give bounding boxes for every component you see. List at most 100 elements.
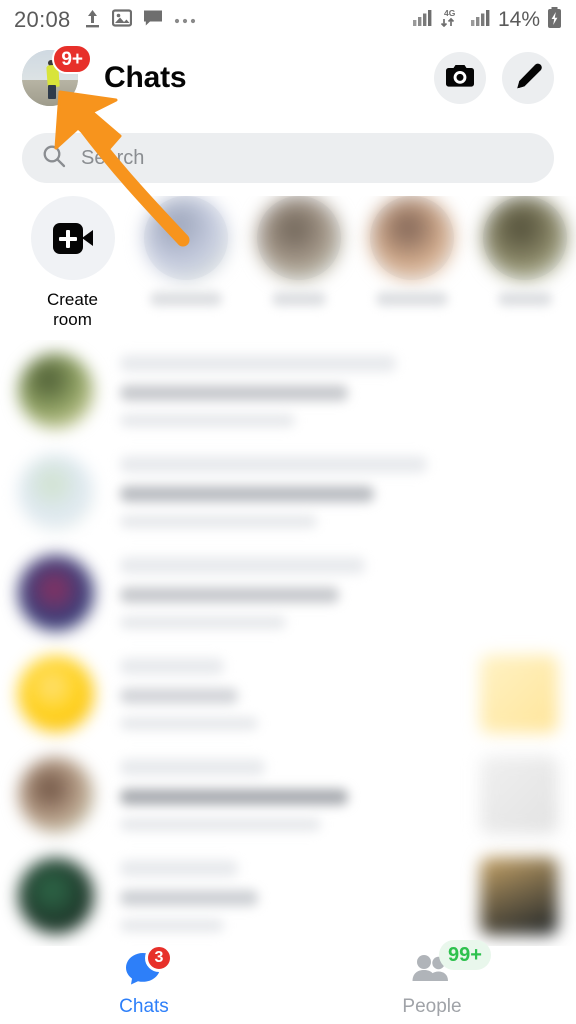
messenger-chats-screen: 20:08 4G 14% 9+ Chats Search Create room… (0, 0, 576, 1024)
people-count-badge: 99+ (439, 940, 491, 970)
story-item[interactable] (129, 196, 242, 306)
chat-row[interactable] (0, 542, 576, 643)
chat-text-block (120, 556, 558, 629)
video-lens (81, 229, 93, 246)
plus-vertical (65, 229, 70, 248)
story-avatar[interactable] (369, 196, 454, 280)
story-avatar-image (256, 196, 341, 280)
chat-name-blurred (120, 455, 427, 473)
chat-meta-blurred (120, 817, 321, 831)
nav-tab-chats-label: Chats (119, 996, 169, 1017)
people-icon-wrap: 99+ (409, 940, 491, 988)
signal-bars-icon (470, 9, 491, 31)
header-actions (434, 52, 554, 104)
bottom-navigation-bar: 3 Chats 99+ People (0, 940, 576, 1024)
story-item[interactable] (355, 196, 468, 306)
story-avatar[interactable] (482, 196, 567, 280)
more-icon (174, 11, 196, 29)
chat-preview-blurred (120, 889, 259, 906)
chat-row[interactable] (0, 744, 576, 845)
status-bar-time: 20:08 (14, 7, 71, 32)
chats-unread-badge: 3 (145, 944, 173, 972)
story-name-blurred (271, 292, 326, 306)
chat-avatar[interactable] (18, 554, 94, 631)
camera-button[interactable] (434, 52, 486, 104)
chat-meta-blurred (120, 918, 224, 932)
story-avatar-image (482, 196, 567, 280)
search-input-placeholder[interactable]: Search (81, 147, 144, 170)
chat-name-blurred (120, 657, 224, 675)
signal-bars-icon (412, 9, 433, 31)
chat-preview-blurred (120, 586, 339, 603)
battery-percent-label: 14% (497, 8, 540, 31)
chat-name-blurred (120, 354, 396, 372)
chat-text-block (120, 758, 466, 831)
story-item[interactable] (242, 196, 355, 306)
chat-row[interactable] (0, 845, 576, 946)
message-icon (143, 9, 163, 32)
chat-preview-blurred (120, 485, 375, 502)
chat-name-blurred (120, 859, 238, 877)
active-now-story-row[interactable]: Create room (0, 196, 576, 338)
create-room-circle[interactable] (30, 196, 115, 280)
chat-row[interactable] (0, 643, 576, 744)
chat-attachment-thumbnail[interactable] (480, 856, 558, 935)
nav-tab-people[interactable]: 99+ People (288, 940, 576, 1018)
chat-row[interactable] (0, 441, 576, 542)
story-avatar-image (369, 196, 454, 280)
status-bar-notification-icons (84, 8, 196, 33)
chat-avatar[interactable] (18, 857, 94, 934)
svg-text:4G: 4G (444, 8, 456, 18)
profile-notification-badge: 9+ (52, 44, 92, 74)
chat-text-block (120, 657, 466, 730)
profile-avatar-button[interactable]: 9+ (22, 44, 92, 106)
pencil-icon (514, 62, 542, 95)
video-plus-icon (52, 222, 93, 254)
chat-avatar[interactable] (18, 655, 94, 732)
chat-meta-blurred (120, 413, 296, 427)
chat-avatar[interactable] (18, 352, 94, 429)
camera-icon (445, 63, 475, 94)
create-room-label-line1: Create (46, 290, 99, 309)
app-header: 9+ Chats (0, 40, 576, 116)
page-title: Chats (104, 61, 187, 94)
compose-button[interactable] (502, 52, 554, 104)
chat-name-blurred (120, 556, 366, 574)
story-name-blurred (149, 292, 222, 306)
nav-tab-people-label: People (402, 996, 462, 1017)
story-avatar[interactable] (256, 196, 341, 280)
chat-name-blurred (120, 758, 266, 776)
upload-icon (84, 8, 101, 33)
create-room-label-line2: room (53, 309, 92, 329)
story-name-blurred (497, 292, 552, 306)
nav-tab-chats[interactable]: 3 Chats (0, 944, 288, 1018)
search-bar[interactable]: Search (22, 133, 554, 183)
chat-text-block (120, 354, 558, 427)
story-avatar[interactable] (143, 196, 228, 280)
story-item[interactable] (468, 196, 576, 306)
chat-attachment-thumbnail[interactable] (480, 654, 558, 733)
chat-meta-blurred (120, 716, 259, 730)
chat-meta-blurred (120, 514, 318, 528)
chat-meta-blurred (120, 615, 287, 629)
story-name-blurred (375, 292, 448, 306)
search-icon (42, 144, 66, 173)
chat-preview-blurred (120, 384, 348, 401)
chat-avatar[interactable] (18, 756, 94, 833)
chat-avatar[interactable] (18, 453, 94, 530)
chat-row[interactable] (0, 340, 576, 441)
chat-preview-blurred (120, 687, 238, 704)
chats-icon-wrap: 3 (121, 944, 173, 988)
create-room-button[interactable]: Create room (16, 196, 129, 329)
battery-charging-icon (547, 6, 562, 34)
image-icon (111, 8, 132, 32)
status-bar: 20:08 4G 14% (0, 0, 576, 40)
chat-list[interactable] (0, 340, 576, 946)
chat-text-block (120, 455, 558, 528)
chat-text-block (120, 859, 466, 932)
chat-attachment-thumbnail[interactable] (480, 755, 558, 834)
avatar-person-legs (48, 84, 57, 100)
story-avatar-image (143, 196, 228, 280)
data-transfer-4g-icon: 4G (440, 8, 464, 32)
status-bar-system-icons: 4G 14% (412, 6, 562, 34)
